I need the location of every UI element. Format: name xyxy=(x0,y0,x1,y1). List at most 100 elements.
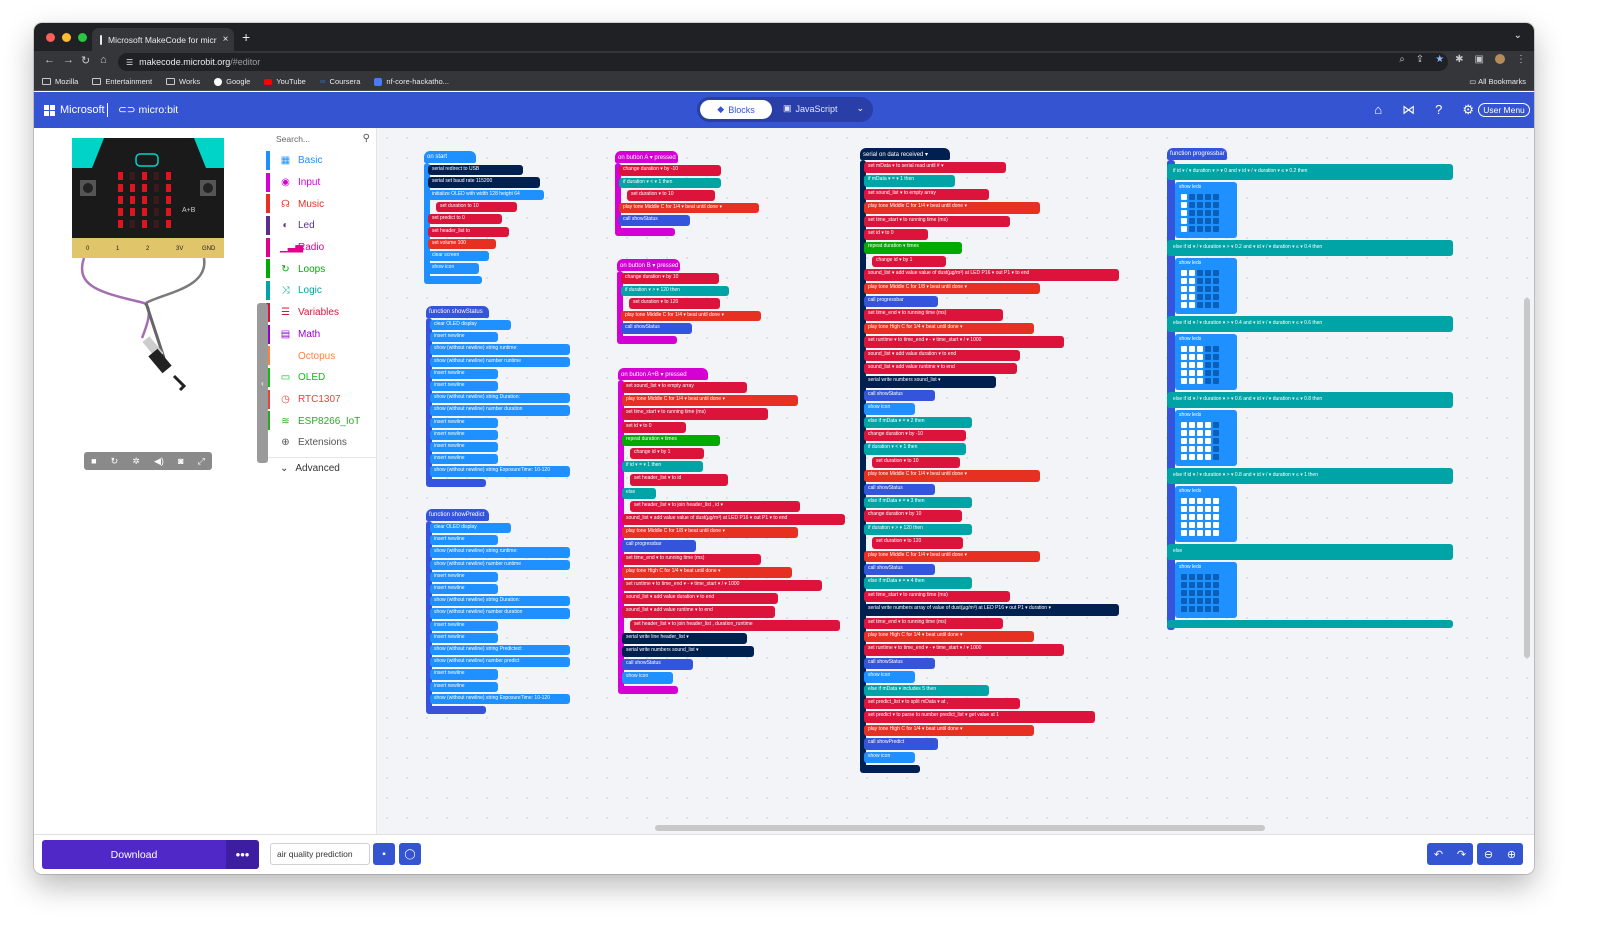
led-cell[interactable] xyxy=(1197,210,1203,216)
led-cell[interactable] xyxy=(1189,454,1195,460)
led-cell[interactable] xyxy=(1181,226,1187,232)
led-cell[interactable] xyxy=(1197,346,1203,352)
led-cell[interactable] xyxy=(1213,210,1219,216)
category-extensions[interactable]: ⊕ Extensions xyxy=(266,432,377,454)
category-esp8266[interactable]: ≋ ESP8266_IoT xyxy=(266,410,377,432)
site-info-icon[interactable]: ☰ xyxy=(126,58,133,67)
category-advanced[interactable]: ⌄ Advanced xyxy=(266,456,377,479)
led-cell[interactable] xyxy=(1181,506,1187,512)
led-cell[interactable] xyxy=(1213,302,1219,308)
code-block[interactable]: play tone Middle C for 1/4 ▾ beat until … xyxy=(864,550,1041,562)
restart-icon[interactable]: ↻ xyxy=(111,456,119,467)
code-block[interactable]: set time_end ▾ to running time (ms) xyxy=(864,309,1003,321)
led-cell[interactable] xyxy=(1213,362,1219,368)
code-block[interactable]: change duration ▾ by -10 xyxy=(619,165,721,176)
led-cell[interactable] xyxy=(1205,378,1211,384)
code-block[interactable]: play tone High C for 1/4 ▾ beat until do… xyxy=(864,631,1034,643)
code-block[interactable]: set duration ▾ to 10 xyxy=(872,456,960,469)
code-block[interactable]: show (without newline) number runtime xyxy=(430,356,570,367)
led-cell[interactable] xyxy=(1181,378,1187,384)
led-cell[interactable] xyxy=(1189,294,1195,300)
led-cell[interactable] xyxy=(1181,370,1187,376)
redo-icon[interactable]: ↷ xyxy=(1457,848,1466,861)
code-block[interactable]: set duration ▾ to 120 xyxy=(872,537,964,549)
code-block[interactable]: serial set baud rate 115200 xyxy=(428,177,540,188)
led-cell[interactable] xyxy=(1213,194,1219,200)
led-cell[interactable] xyxy=(1189,514,1195,520)
led-cell[interactable] xyxy=(1197,606,1203,612)
code-block[interactable]: call progressbar xyxy=(622,540,697,552)
led-cell[interactable] xyxy=(1205,422,1211,428)
download-button[interactable]: Download xyxy=(42,840,226,869)
category-music[interactable]: ☊ Music xyxy=(266,193,377,215)
bookmark-works[interactable]: Works xyxy=(166,77,200,86)
led-cell[interactable] xyxy=(1181,278,1187,284)
code-block[interactable]: insert newline xyxy=(430,620,498,631)
category-logic[interactable]: ⤨ Logic xyxy=(266,280,377,302)
home-icon[interactable]: ⌂ xyxy=(100,54,107,66)
led-cell[interactable] xyxy=(1213,422,1219,428)
category-basic[interactable]: ▦ Basic xyxy=(266,150,377,172)
code-block[interactable]: repeat duration ▾ times xyxy=(864,242,963,254)
code-block[interactable]: call progressbar xyxy=(864,296,939,308)
code-block[interactable]: play tone Middle C for 1/4 ▾ beat until … xyxy=(619,202,759,213)
led-cell[interactable] xyxy=(1189,430,1195,436)
blocks-mode-button[interactable]: ◆ Blocks xyxy=(700,100,772,119)
code-block[interactable]: sound_list ▾ add value value of dust(µg/… xyxy=(864,269,1119,281)
code-block[interactable]: show (without newline) string ExposureTi… xyxy=(430,466,570,477)
show-leds-block[interactable]: show leds xyxy=(1175,410,1237,466)
code-block[interactable]: play tone High C for 1/4 ▾ beat until do… xyxy=(864,724,1034,737)
undo-icon[interactable]: ↶ xyxy=(1434,848,1443,861)
code-block[interactable]: insert newline xyxy=(430,535,498,546)
code-block[interactable]: set time_end ▾ to running time (ms) xyxy=(864,617,1003,629)
led-cell[interactable] xyxy=(1197,302,1203,308)
new-tab-button[interactable]: + xyxy=(242,29,250,45)
led-cell[interactable] xyxy=(1213,590,1219,596)
led-cell[interactable] xyxy=(1205,302,1211,308)
led-cell[interactable] xyxy=(1181,446,1187,452)
zoom-in-icon[interactable]: ⊕ xyxy=(1507,848,1516,861)
code-block[interactable]: set time_start ▾ to running time (ms) xyxy=(864,590,1010,603)
led-cell[interactable] xyxy=(1197,582,1203,588)
code-block[interactable]: clear screen xyxy=(428,251,489,262)
led-cell[interactable] xyxy=(1213,514,1219,520)
led-cell[interactable] xyxy=(1197,514,1203,520)
code-block[interactable]: set runtime ▾ to time_end ▾ - ▾ time_sta… xyxy=(864,644,1065,656)
led-cell[interactable] xyxy=(1197,354,1203,360)
code-block[interactable]: if duration ▾ < ▾ 1 then xyxy=(864,443,966,455)
code-block[interactable]: show (without newline) string ExposureTi… xyxy=(430,693,570,704)
code-block[interactable]: set predict to 0 xyxy=(428,214,503,225)
forward-arrow-icon[interactable]: → xyxy=(63,54,74,66)
led-cell[interactable] xyxy=(1205,530,1211,536)
show-leds-block[interactable]: show leds xyxy=(1175,182,1237,238)
led-cell[interactable] xyxy=(1189,278,1195,284)
code-block[interactable]: insert newline xyxy=(430,417,498,428)
zoom-search-icon[interactable]: ⌕ xyxy=(1399,54,1405,65)
led-cell[interactable] xyxy=(1189,370,1195,376)
led-cell[interactable] xyxy=(1197,422,1203,428)
extensions-puzzle-icon[interactable]: ✱ xyxy=(1455,54,1463,65)
led-cell[interactable] xyxy=(1213,438,1219,444)
code-block[interactable]: repeat duration ▾ times xyxy=(622,434,721,446)
category-loops[interactable]: ↻ Loops xyxy=(266,258,377,280)
led-cell[interactable] xyxy=(1181,302,1187,308)
close-tab-icon[interactable]: × xyxy=(223,34,229,45)
led-cell[interactable] xyxy=(1197,438,1203,444)
led-cell[interactable] xyxy=(1189,218,1195,224)
led-cell[interactable] xyxy=(1197,370,1203,376)
profile-avatar[interactable] xyxy=(1495,54,1505,64)
code-block[interactable]: show (without newline) string runtime: xyxy=(430,547,570,558)
led-cell[interactable] xyxy=(1181,210,1187,216)
code-block[interactable]: show (without newline) string runtime: xyxy=(430,344,570,355)
horizontal-scrollbar[interactable] xyxy=(655,825,1265,831)
bookmark-entertainment[interactable]: Entertainment xyxy=(92,77,152,86)
code-block[interactable]: play tone Middle C for 1/4 ▾ beat until … xyxy=(622,395,799,407)
led-cell[interactable] xyxy=(1189,574,1195,580)
code-block[interactable]: insert newline xyxy=(430,681,498,692)
block-hat-on-start[interactable]: on start xyxy=(424,151,477,163)
led-cell[interactable] xyxy=(1205,454,1211,460)
block-hat-show-status[interactable]: function showStatus xyxy=(426,306,489,318)
led-cell[interactable] xyxy=(1205,294,1211,300)
led-cell[interactable] xyxy=(1205,498,1211,504)
code-block[interactable]: set id ▾ to 0 xyxy=(864,229,929,241)
